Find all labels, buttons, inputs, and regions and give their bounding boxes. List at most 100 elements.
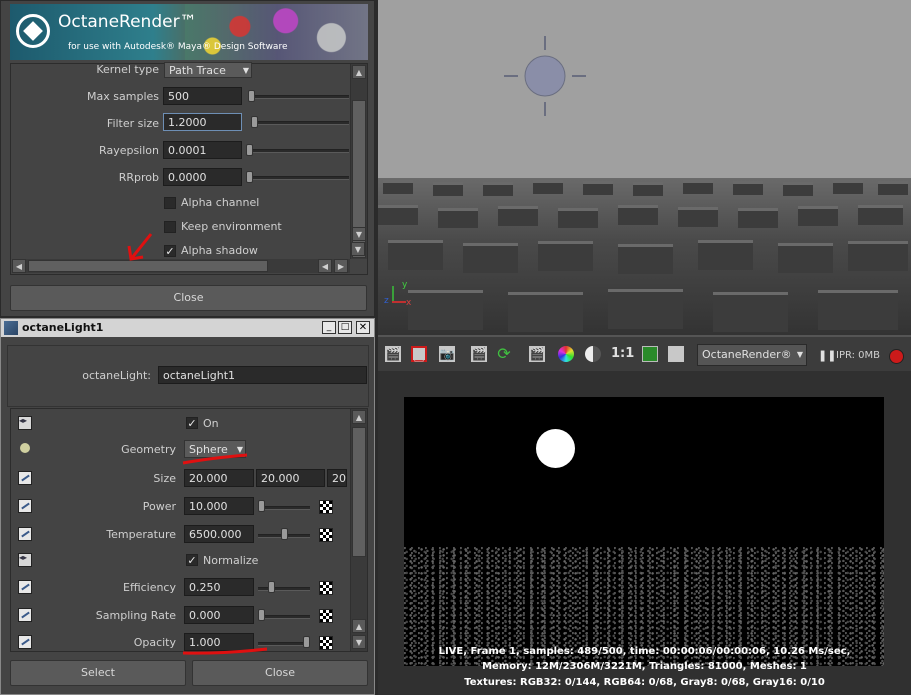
- graph-edit-icon[interactable]: [18, 499, 32, 513]
- kernel-type-label: Kernel type: [96, 63, 159, 76]
- axis-y-label: y: [402, 280, 408, 290]
- keep-environment-label: Keep environment: [181, 220, 282, 233]
- efficiency-field[interactable]: 0.250: [184, 578, 254, 596]
- max-samples-field[interactable]: 500: [163, 87, 242, 105]
- snapshot-camera-icon[interactable]: 📷: [439, 346, 455, 362]
- power-slider-track[interactable]: [258, 506, 310, 510]
- select-button[interactable]: Select: [10, 660, 186, 686]
- rayepsilon-slider-handle[interactable]: [246, 144, 253, 156]
- scroll-down-arrow-icon[interactable]: ▼: [352, 635, 366, 649]
- annotation-arrow-icon: [127, 233, 153, 261]
- graph-edit-icon[interactable]: [18, 608, 32, 622]
- keep-image-icon[interactable]: 🗑: [668, 346, 684, 362]
- render-status-line-3: Textures: RGB32: 0/144, RGB64: 0/68, Gra…: [464, 677, 825, 688]
- graph-edit-icon[interactable]: [18, 635, 32, 649]
- geometry-label: Geometry: [121, 443, 176, 456]
- render-toolbar: 🎬 ▣ 📷 🎬 ⟳ 🎬 1:1 🗑 OctaneRender® ▼ ❚❚ IPR…: [378, 335, 911, 371]
- scroll-down-arrow-icon[interactable]: ▼: [352, 227, 366, 241]
- alpha-shadow-checkbox[interactable]: ✓: [164, 245, 176, 257]
- scroll-left-arrow-icon[interactable]: ◀: [318, 259, 332, 273]
- separator-toggle-icon[interactable]: [18, 416, 32, 430]
- color-channels-icon[interactable]: [558, 346, 574, 362]
- temperature-slider-handle[interactable]: [281, 528, 288, 540]
- max-samples-slider-track[interactable]: [249, 95, 349, 99]
- scroll-up-arrow-icon[interactable]: ▲: [352, 619, 366, 633]
- node-name-field[interactable]: octaneLight1: [158, 366, 367, 384]
- texture-map-icon[interactable]: [319, 528, 333, 542]
- close-window-button[interactable]: ✕: [356, 321, 370, 334]
- minimize-button[interactable]: _: [322, 321, 336, 334]
- octane-light-window: octaneLight1 _ □ ✕ octaneLight: octaneLi…: [0, 318, 375, 695]
- settings-close-button[interactable]: Close: [10, 285, 367, 311]
- opacity-label: Opacity: [133, 636, 176, 649]
- filter-size-slider-handle[interactable]: [251, 116, 258, 128]
- viewport-cube: [463, 243, 518, 273]
- filter-size-field[interactable]: 1.2000: [163, 113, 242, 131]
- render-clapper-icon[interactable]: 🎬: [385, 346, 401, 362]
- sampling-rate-slider-handle[interactable]: [258, 609, 265, 621]
- viewport-cube: [533, 180, 563, 194]
- render-status-line-2: Memory: 12M/2306M/3221M, Triangles: 8100…: [482, 661, 807, 672]
- record-stop-icon[interactable]: [889, 349, 904, 364]
- scroll-up-arrow-icon[interactable]: ▲: [352, 410, 366, 424]
- rrprob-slider-track[interactable]: [247, 176, 349, 180]
- ipr-render-icon[interactable]: 🎬: [529, 346, 545, 362]
- opacity-slider-handle[interactable]: [303, 636, 310, 648]
- texture-map-icon[interactable]: [319, 500, 333, 514]
- efficiency-slider-track[interactable]: [258, 587, 310, 591]
- sampling-rate-slider-track[interactable]: [258, 615, 310, 619]
- power-field[interactable]: 10.000: [184, 497, 254, 515]
- temperature-field[interactable]: 6500.000: [184, 525, 254, 543]
- separator-toggle-icon[interactable]: [18, 553, 32, 567]
- efficiency-slider-handle[interactable]: [268, 581, 275, 593]
- settings-horizontal-scrollbar[interactable]: ◀ ◀ ▶: [12, 259, 350, 273]
- rrprob-slider-handle[interactable]: [246, 171, 253, 183]
- ipr-clapper-icon[interactable]: 🎬: [471, 346, 487, 362]
- graph-edit-icon[interactable]: [18, 527, 32, 541]
- size-z-field[interactable]: 20: [327, 469, 347, 487]
- alpha-channel-icon[interactable]: [585, 346, 601, 362]
- rayepsilon-label: Rayepsilon: [99, 144, 159, 157]
- refresh-icon[interactable]: ⟳: [496, 346, 512, 362]
- graph-edit-icon[interactable]: [18, 471, 32, 485]
- power-slider-handle[interactable]: [258, 500, 265, 512]
- viewport-cube: [633, 182, 663, 196]
- maximize-button[interactable]: □: [338, 321, 352, 334]
- graph-edit-icon[interactable]: [18, 580, 32, 594]
- display-frame-icon[interactable]: [642, 346, 658, 362]
- max-samples-slider-handle[interactable]: [248, 90, 255, 102]
- on-checkbox[interactable]: ✓: [186, 417, 198, 429]
- light-close-button[interactable]: Close: [192, 660, 368, 686]
- texture-map-icon[interactable]: [319, 636, 333, 650]
- scroll-left-arrow-icon[interactable]: ◀: [12, 259, 26, 273]
- size-label: Size: [153, 472, 176, 485]
- texture-map-icon[interactable]: [319, 609, 333, 623]
- ratio-label[interactable]: 1:1: [611, 346, 634, 361]
- light-window-titlebar[interactable]: octaneLight1 _ □ ✕: [1, 319, 374, 337]
- texture-map-icon[interactable]: [319, 581, 333, 595]
- scroll-down-arrow-icon[interactable]: ▼: [351, 242, 365, 256]
- alpha-channel-checkbox[interactable]: [164, 197, 176, 209]
- size-x-field[interactable]: 20.000: [184, 469, 254, 487]
- on-label: On: [203, 417, 219, 430]
- normalize-checkbox[interactable]: ✓: [186, 554, 198, 566]
- keep-environment-checkbox[interactable]: [164, 221, 176, 233]
- filter-size-slider-track[interactable]: [251, 121, 349, 125]
- renderer-dropdown[interactable]: OctaneRender® ▼: [697, 344, 807, 366]
- attributes-vertical-scrollbar[interactable]: ▲ ▲ ▼: [350, 409, 367, 651]
- chevron-down-icon: ▼: [796, 350, 803, 359]
- size-y-field[interactable]: 20.000: [256, 469, 325, 487]
- viewport-cube: [783, 182, 813, 196]
- viewport-3d[interactable]: y z x: [378, 0, 911, 335]
- sampling-rate-field[interactable]: 0.000: [184, 606, 254, 624]
- render-region-icon[interactable]: ▣: [411, 346, 427, 363]
- kernel-type-dropdown[interactable]: Path Trace ▼: [164, 62, 252, 78]
- rayepsilon-slider-track[interactable]: [247, 149, 349, 153]
- settings-vertical-scrollbar[interactable]: ▲ ▼: [350, 64, 367, 259]
- scroll-right-arrow-icon[interactable]: ▶: [334, 259, 348, 273]
- pause-icon[interactable]: ❚❚: [818, 349, 836, 362]
- rrprob-field[interactable]: 0.0000: [163, 168, 242, 186]
- scroll-up-arrow-icon[interactable]: ▲: [352, 65, 366, 79]
- attributes-scroll-thumb[interactable]: [352, 427, 366, 557]
- rayepsilon-field[interactable]: 0.0001: [163, 141, 242, 159]
